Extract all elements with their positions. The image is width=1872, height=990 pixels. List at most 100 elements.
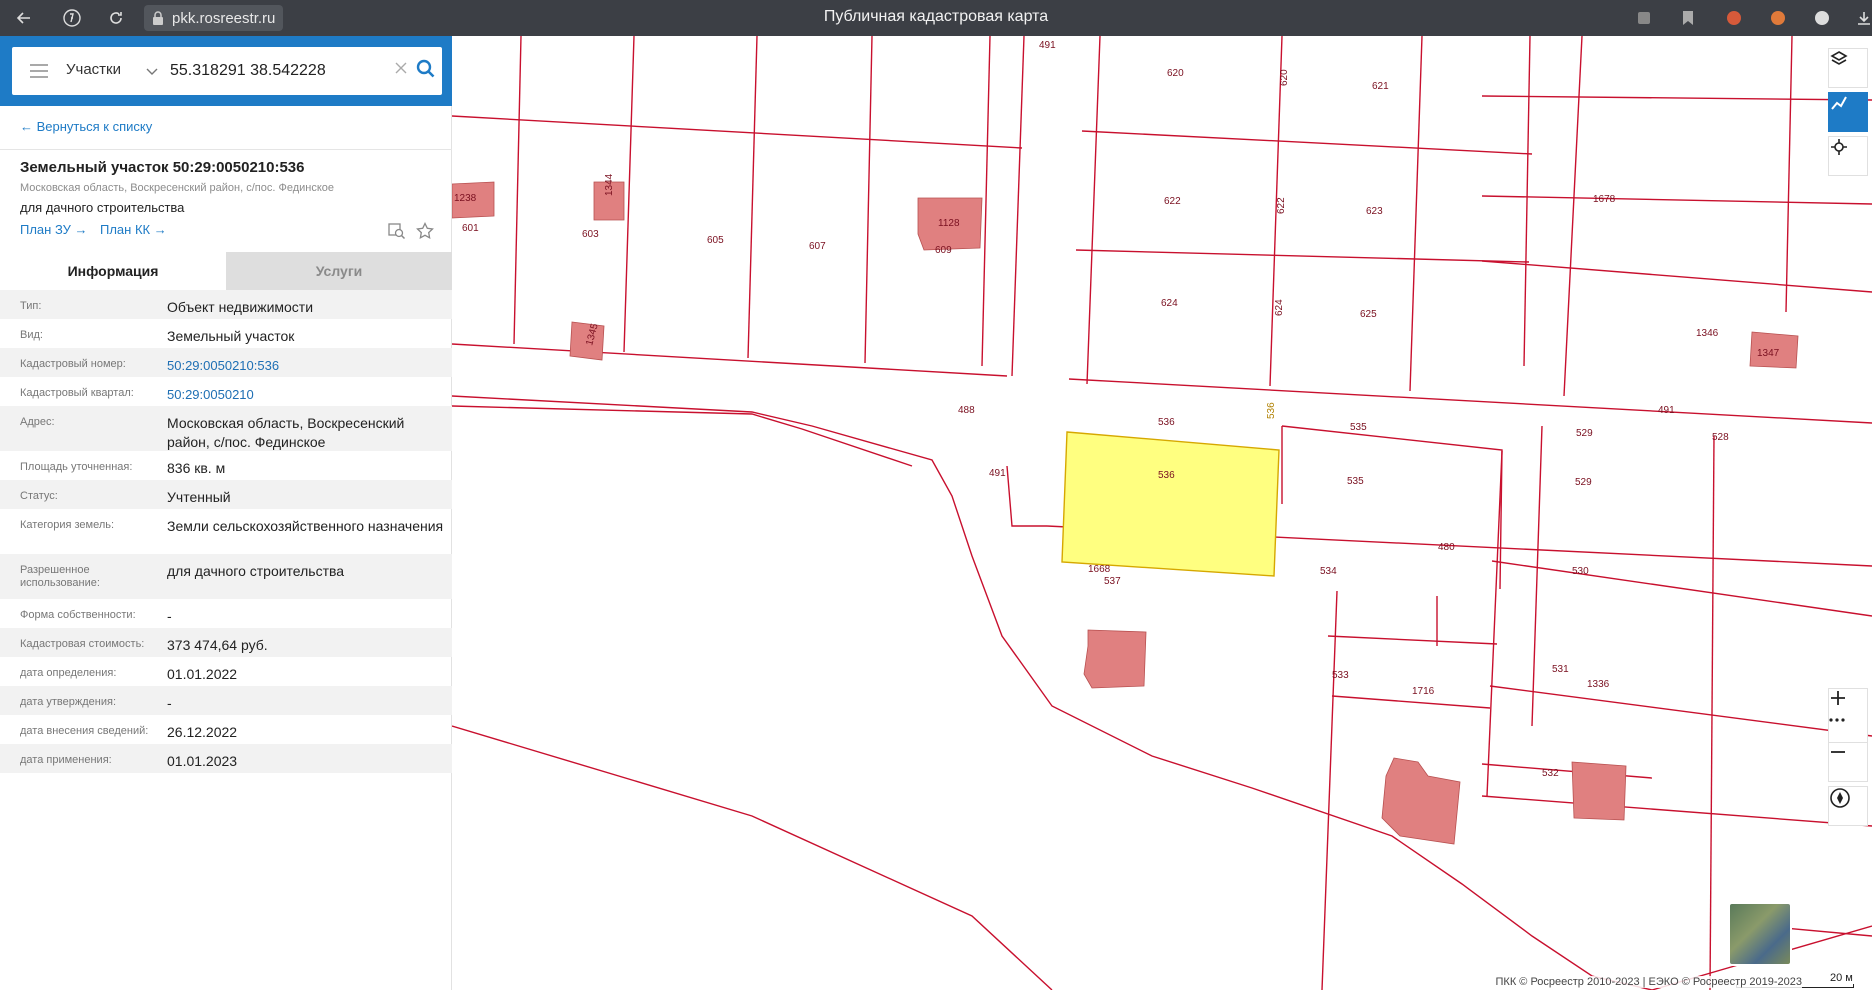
zoom-out-button[interactable] [1828,742,1868,782]
search-bar: Участки [0,36,452,106]
svg-text:622: 622 [1164,196,1181,207]
tab-info[interactable]: Информация [0,252,226,290]
satellite-minimap[interactable] [1728,902,1792,966]
svg-text:535: 535 [1350,422,1367,433]
divider [0,149,452,150]
attribute-row: Адрес: Московская область, Воскресенский … [0,406,452,451]
svg-text:529: 529 [1576,428,1593,439]
attribute-key: Разрешенное использование: [20,564,100,589]
search-input[interactable] [170,57,390,85]
more-icon[interactable] [1828,718,1868,742]
svg-text:532: 532 [1542,768,1559,779]
attribute-row: Категория земель: Земли сельскохозяйствен… [0,509,452,554]
svg-text:535: 535 [1347,476,1364,487]
attribute-value: 373 474,64 руб. [167,637,268,653]
compass-button[interactable] [1828,786,1868,826]
attribute-key: Категория земель: [20,519,115,531]
svg-text:537: 537 [1104,576,1121,587]
download-icon[interactable] [1852,6,1872,30]
svg-text:1668: 1668 [1088,564,1111,575]
svg-text:491: 491 [1658,405,1675,416]
back-to-list-link[interactable]: ← Вернуться к списку [20,119,152,134]
plan-zu-link[interactable]: План ЗУ → [20,222,88,237]
layers-button[interactable] [1828,48,1868,88]
svg-text:1238: 1238 [454,193,477,204]
plan-kk-link[interactable]: План КК → [100,222,167,237]
search-box: Участки [12,47,442,95]
scale-label: 20 м [1830,972,1853,984]
extension-icon[interactable] [1810,6,1834,30]
tabs: Информация Услуги [0,252,452,290]
svg-text:491: 491 [989,468,1006,479]
attribute-row: дата утверждения: - [0,686,452,715]
svg-text:529: 529 [1575,477,1592,488]
svg-text:624: 624 [1274,299,1285,316]
attribute-key: Кадастровый квартал: [20,387,134,399]
svg-text:607: 607 [809,241,826,252]
svg-text:1344: 1344 [604,173,615,196]
attribute-key: Статус: [20,490,58,502]
svg-text:533: 533 [1332,670,1349,681]
attribute-value-link[interactable]: 50:29:0050210 [167,377,452,406]
search-type-select[interactable]: Участки [66,61,121,78]
svg-text:536: 536 [1266,402,1277,419]
attribute-value-link[interactable]: 50:29:0050210:536 [167,348,452,377]
svg-text:620: 620 [1279,69,1290,86]
window-title: Публичная кадастровая карта [823,8,1049,25]
svg-text:1336: 1336 [1587,679,1610,690]
svg-text:531: 531 [1552,664,1569,675]
attribute-row: дата внесения сведений: 26.12.2022 [0,715,452,744]
svg-text:536: 536 [1158,470,1175,481]
attribute-row: Статус: Учтенный [0,480,452,509]
object-title: Земельный участок 50:29:0050210:536 [20,159,305,176]
attribute-value: для дачного строительства [167,563,345,579]
measure-button[interactable] [1828,92,1868,132]
attribute-key: дата применения: [20,754,112,766]
svg-text:609: 609 [935,245,952,256]
svg-text:530: 530 [1572,566,1589,577]
attribute-value: 26.12.2022 [167,724,238,740]
parcel-layer: 491 620 620 621 1238 1344 1128 601 603 6… [452,36,1872,990]
search-icon[interactable] [416,59,436,84]
extension-icon[interactable] [1722,6,1746,30]
close-icon[interactable] [394,61,408,80]
menu-icon[interactable] [30,64,48,82]
attribute-row: Форма собственности: - [0,599,452,628]
attribute-key: Кадастровая стоимость: [20,638,145,650]
svg-text:536: 536 [1158,417,1175,428]
attribute-key: Адрес: [20,416,55,428]
locate-button[interactable] [1828,136,1868,176]
attribute-row: дата применения: 01.01.2023 [0,744,452,773]
svg-text:534: 534 [1320,566,1337,577]
attribute-row: дата определения: 01.01.2022 [0,657,452,686]
attribute-row: Тип: Объект недвижимости [0,290,452,319]
tab-services[interactable]: Услуги [226,252,452,290]
svg-text:624: 624 [1161,298,1178,309]
star-icon[interactable] [416,221,434,245]
attribute-key: дата определения: [20,667,117,679]
svg-text:1346: 1346 [1696,328,1719,339]
zoom-to-object-icon[interactable] [388,222,406,245]
svg-text:1716: 1716 [1412,686,1435,697]
attribute-value: Земельный участок [167,328,295,344]
extension-icon[interactable] [1632,6,1656,30]
selected-parcel [1061,431,1280,577]
bookmark-icon[interactable] [1676,6,1700,30]
svg-text:491: 491 [1039,40,1056,51]
svg-text:1347: 1347 [1757,348,1780,359]
attribute-row: Кадастровая стоимость: 373 474,64 руб. [0,628,452,657]
extension-icon[interactable] [1766,6,1790,30]
attribute-value: Объект недвижимости [167,299,314,315]
chevron-down-icon[interactable] [146,63,158,81]
svg-text:488: 488 [958,405,975,416]
attribute-key: Вид: [20,329,43,341]
attribute-value: 01.01.2022 [167,666,238,682]
svg-text:623: 623 [1366,206,1383,217]
attribute-key: Площадь уточненная: [20,461,133,473]
attribute-value: Земли сельскохозяйственного назначения [167,518,444,534]
cadastral-map[interactable]: 491 620 620 621 1238 1344 1128 601 603 6… [452,36,1872,990]
svg-text:480: 480 [1438,542,1455,553]
attribute-row: Площадь уточненная: 836 кв. м [0,451,452,480]
info-sidebar: Участки ← Вернуться к списку Земельный у… [0,36,452,990]
attribute-row: Кадастровый квартал: 50:29:0050210 [0,377,452,406]
